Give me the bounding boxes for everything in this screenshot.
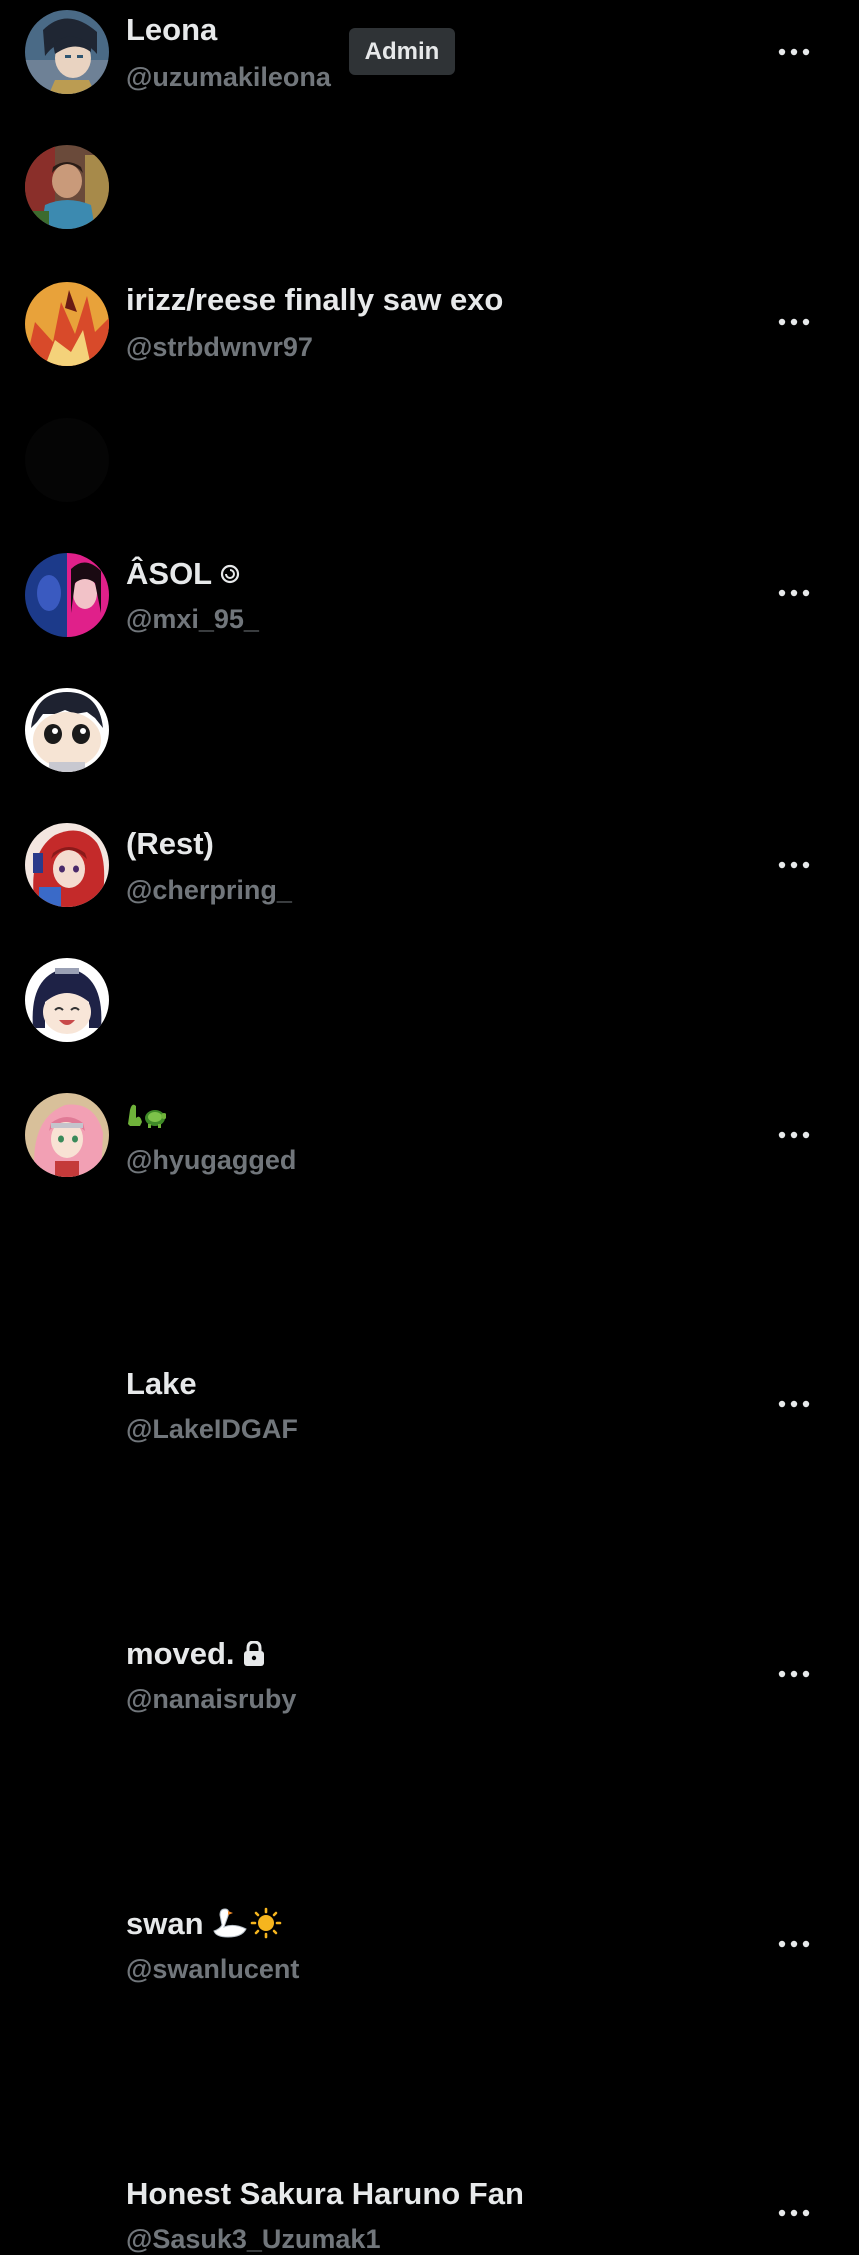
member-row[interactable]: Leona @uzumakileona Admin (0, 0, 859, 135)
community-member-list: Leona @uzumakileona Admin irizz/reese fi… (0, 0, 859, 2254)
avatar-image (25, 418, 109, 502)
display-name-text: swan (126, 1906, 204, 1941)
avatar-image (25, 958, 109, 1042)
user-handle: @Sasuk3_Uzumak1 (126, 2224, 381, 2254)
avatar-image (25, 823, 109, 907)
swan-sun-emoji (212, 1907, 284, 1941)
member-row[interactable]: moved. @nanaisruby (0, 810, 859, 1714)
avatar-image (25, 10, 109, 94)
lock-icon (243, 1641, 265, 1667)
display-name: moved. (126, 1636, 265, 1672)
admin-badge: Admin (349, 28, 455, 75)
avatar-image (25, 688, 109, 772)
avatar[interactable] (25, 958, 109, 1042)
member-row[interactable]: Lake @LakeIDGAF (0, 675, 859, 1444)
more-options-button[interactable] (776, 1656, 812, 1692)
more-horizontal-icon (778, 2209, 810, 2217)
member-row[interactable]: Honest Sakura Haruno Fan @Sasuk3_Uzumak1 (0, 1080, 859, 2254)
user-handle: @uzumakileona (126, 62, 331, 92)
display-name-text: moved. (126, 1636, 235, 1671)
display-name: Lake (126, 1366, 197, 1401)
more-options-button[interactable] (776, 2195, 812, 2231)
avatar[interactable] (25, 10, 109, 94)
avatar-image (25, 282, 109, 366)
avatar[interactable] (25, 553, 109, 637)
avatar[interactable] (25, 282, 109, 366)
member-row[interactable]: irizz/reese finally saw exo @strbdwnvr97 (0, 135, 859, 362)
more-options-button[interactable] (776, 1926, 812, 1962)
more-options-button[interactable] (776, 1386, 812, 1422)
avatar-image (25, 553, 109, 637)
more-horizontal-icon (778, 1400, 810, 1408)
more-horizontal-icon (778, 1670, 810, 1678)
avatar[interactable] (25, 145, 109, 229)
more-horizontal-icon (778, 48, 810, 56)
avatar-image (25, 145, 109, 229)
avatar[interactable] (25, 823, 109, 907)
display-name: Leona (126, 12, 218, 47)
avatar[interactable] (25, 418, 109, 502)
user-handle: @swanlucent (126, 1954, 300, 1984)
member-row[interactable]: swan @swanlucent (0, 945, 859, 1984)
more-options-button[interactable] (776, 34, 812, 70)
display-name: Honest Sakura Haruno Fan (126, 2176, 524, 2211)
more-horizontal-icon (778, 1940, 810, 1948)
avatar-image (25, 1093, 109, 1177)
member-row[interactable]: ÂSOL @mxi_95_ (0, 270, 859, 634)
user-handle: @nanaisruby (126, 1684, 297, 1714)
display-name: swan (126, 1906, 284, 1942)
member-row[interactable]: (Rest) @cherpring_ (0, 405, 859, 905)
user-handle: @LakeIDGAF (126, 1414, 298, 1444)
member-row[interactable]: 🦕🐢 @hyugagged (0, 540, 859, 1175)
avatar[interactable] (25, 1093, 109, 1177)
avatar[interactable] (25, 688, 109, 772)
